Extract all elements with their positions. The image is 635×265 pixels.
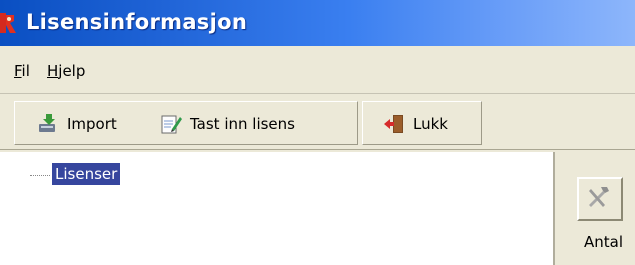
menu-file[interactable]: Fil: [14, 62, 30, 80]
toolbar-group-close: Lukk: [362, 101, 482, 145]
title-bar: Lisensinformasjon: [0, 0, 635, 46]
enter-license-label: Tast inn lisens: [190, 115, 295, 133]
close-label: Lukk: [413, 115, 448, 133]
menu-help[interactable]: Hjelp: [47, 62, 85, 80]
toolbar: Import Tast inn lisens Lukk: [0, 97, 635, 150]
menu-bar: Fil Hjelp: [0, 49, 635, 94]
tree-node-licenses[interactable]: Lisenser: [52, 163, 121, 185]
tools-icon: [589, 187, 609, 207]
import-label: Import: [67, 115, 117, 133]
edit-license-icon: [161, 115, 182, 134]
import-button[interactable]: Import: [37, 112, 117, 136]
count-label: Antal: [584, 233, 624, 251]
app-icon: [0, 13, 16, 33]
enter-license-button[interactable]: Tast inn lisens: [160, 112, 295, 136]
window-title: Lisensinformasjon: [26, 10, 248, 34]
exit-door-icon: [384, 115, 403, 133]
toolbar-group-main: Import Tast inn lisens: [14, 101, 358, 145]
tools-button[interactable]: [577, 177, 623, 221]
import-icon: [39, 114, 55, 132]
tree-connector: [30, 175, 50, 176]
close-button[interactable]: Lukk: [383, 112, 448, 136]
